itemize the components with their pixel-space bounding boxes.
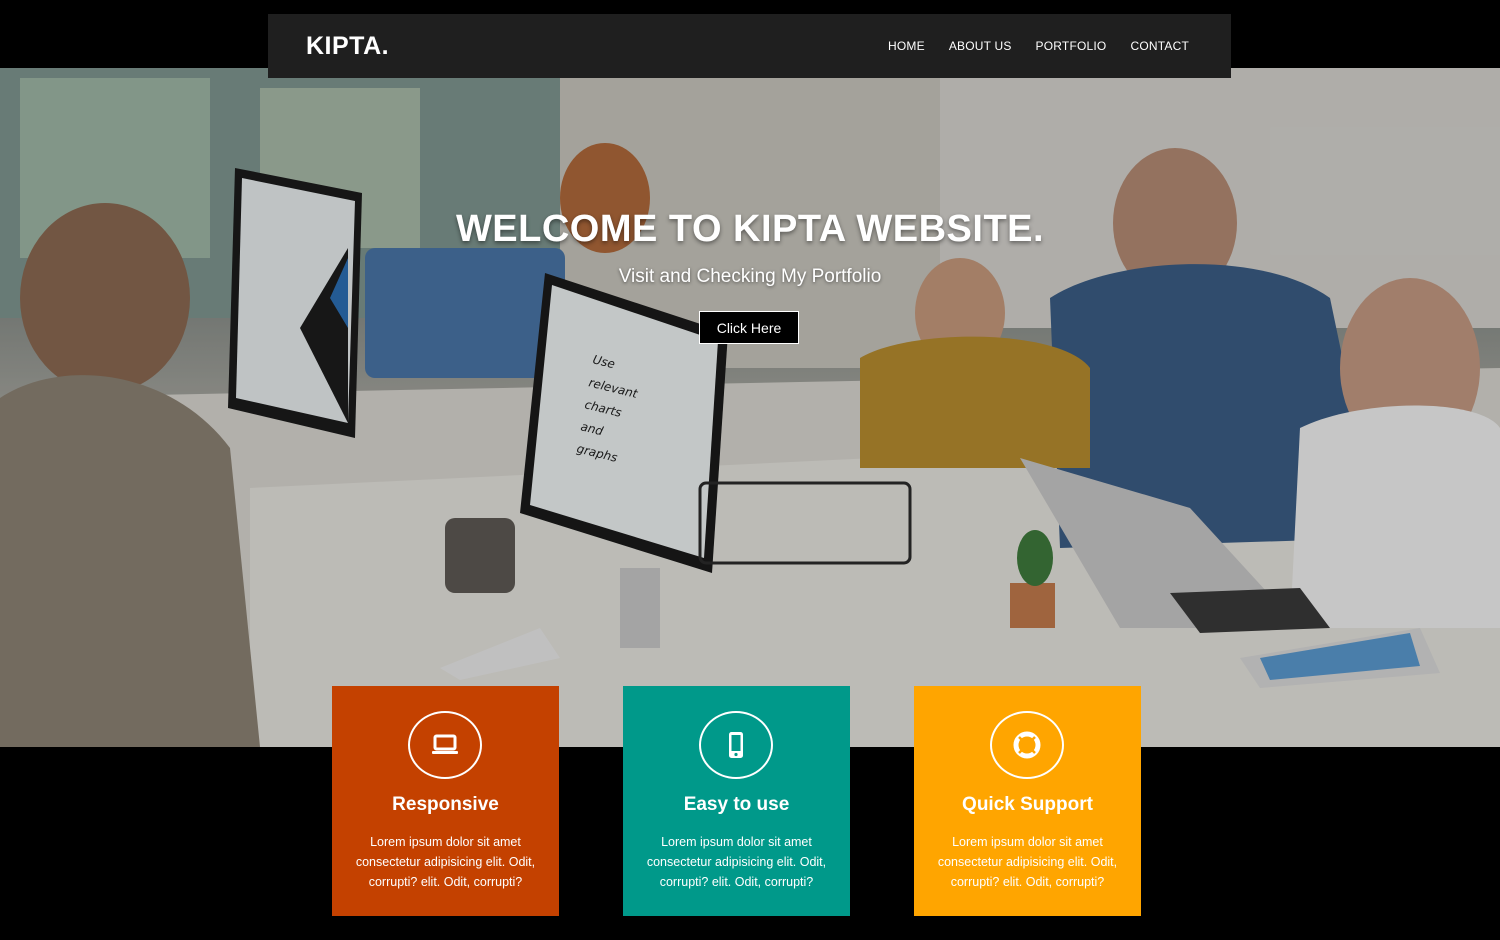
hero-section: Use relevant charts and graphs WELCOME T… xyxy=(0,68,1500,747)
nav-links: HOME ABOUT US PORTFOLIO CONTACT xyxy=(888,39,1189,53)
nav-about-link[interactable]: ABOUT US xyxy=(949,39,1012,53)
nav-home-link[interactable]: HOME xyxy=(888,39,925,53)
feature-text: Lorem ipsum dolor sit amet consectetur a… xyxy=(355,835,536,889)
life-ring-icon xyxy=(990,711,1064,779)
feature-card-easy-to-use: Easy to use Lorem ipsum dolor sit amet c… xyxy=(623,686,850,916)
navbar: KIPTA. HOME ABOUT US PORTFOLIO CONTACT xyxy=(268,14,1231,78)
feature-text: Lorem ipsum dolor sit amet consectetur a… xyxy=(646,835,827,889)
feature-card-quick-support: Quick Support Lorem ipsum dolor sit amet… xyxy=(914,686,1141,916)
feature-title: Quick Support xyxy=(962,794,1093,815)
brand-logo[interactable]: KIPTA. xyxy=(306,32,389,61)
mobile-icon xyxy=(699,711,773,779)
feature-title: Easy to use xyxy=(683,794,790,815)
feature-text: Lorem ipsum dolor sit amet consectetur a… xyxy=(937,835,1118,889)
hero-title: WELCOME TO KIPTA WEBSITE. xyxy=(455,208,1045,250)
feature-card-responsive: Responsive Lorem ipsum dolor sit amet co… xyxy=(332,686,559,916)
nav-portfolio-link[interactable]: PORTFOLIO xyxy=(1036,39,1107,53)
feature-title: Responsive xyxy=(392,794,499,815)
hero-overlay xyxy=(0,68,1500,747)
click-here-button[interactable]: Click Here xyxy=(699,311,799,344)
nav-contact-link[interactable]: CONTACT xyxy=(1130,39,1189,53)
hero-subtitle: Visit and Checking My Portfolio xyxy=(618,266,882,287)
laptop-icon xyxy=(408,711,482,779)
